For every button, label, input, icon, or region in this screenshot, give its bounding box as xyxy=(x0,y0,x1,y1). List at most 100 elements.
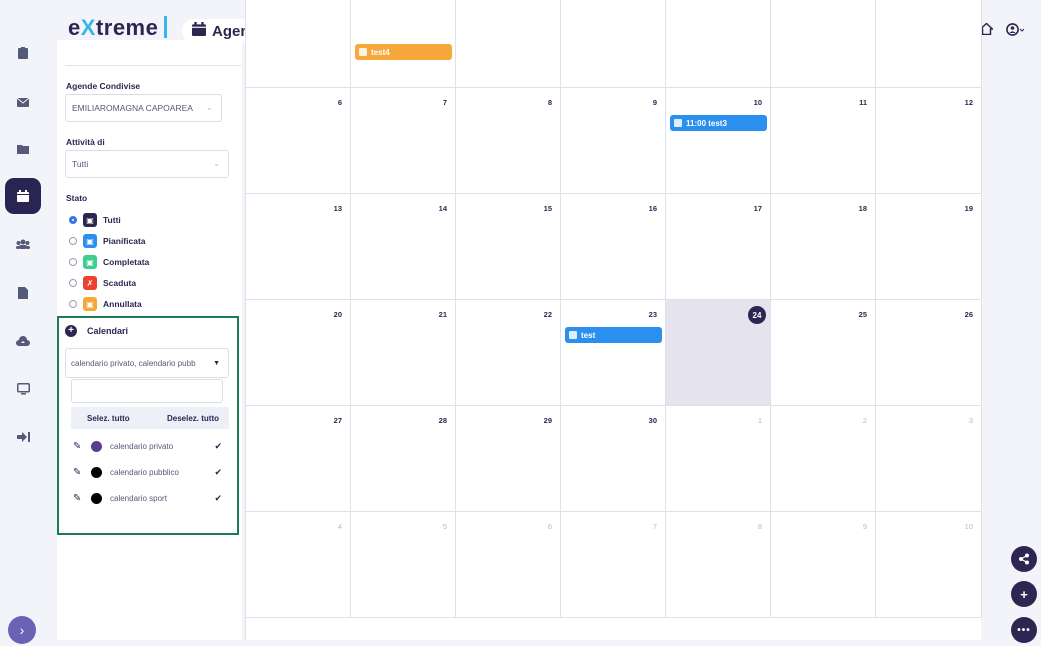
day-cell[interactable]: 13 xyxy=(246,194,351,300)
share-button[interactable] xyxy=(1011,546,1037,572)
calendar-color-dot xyxy=(91,493,102,504)
day-cell[interactable]: 18 xyxy=(771,194,876,300)
radio[interactable] xyxy=(69,279,77,287)
calendar-item[interactable]: ✎ calendario pubblico ✔ xyxy=(73,467,228,478)
day-cell[interactable]: 28 xyxy=(351,406,456,512)
radio-selected[interactable] xyxy=(69,216,77,224)
day-cell[interactable]: 20 xyxy=(246,300,351,406)
calendar-event[interactable]: test4 xyxy=(355,44,452,60)
day-cell[interactable]: 16 xyxy=(561,194,666,300)
calendar-check-icon: ▣ xyxy=(83,255,97,269)
day-cell[interactable]: test4 xyxy=(351,0,456,88)
radio[interactable] xyxy=(69,237,77,245)
day-cell[interactable]: 27 xyxy=(246,406,351,512)
cloud-upload-icon[interactable] xyxy=(14,332,32,350)
calendar-icon: ▣ xyxy=(83,234,97,248)
calendar-icon xyxy=(569,331,577,339)
day-number: 10 xyxy=(753,98,762,107)
calendari-filter-input[interactable] xyxy=(71,379,223,403)
calendar-item[interactable]: ✎ calendario privato ✔ xyxy=(73,441,228,452)
day-cell[interactable]: 23 test xyxy=(561,300,666,406)
expand-rail-button[interactable]: › xyxy=(8,616,36,644)
day-cell[interactable]: 6 xyxy=(246,88,351,194)
day-cell[interactable] xyxy=(876,0,982,88)
day-cell[interactable]: 9 xyxy=(561,88,666,194)
calendari-select[interactable]: calendario privato, calendario pubb ▼ xyxy=(65,348,229,378)
day-cell[interactable] xyxy=(456,0,561,88)
day-cell[interactable]: 25 xyxy=(771,300,876,406)
day-cell[interactable] xyxy=(771,0,876,88)
day-number: 25 xyxy=(858,310,867,319)
day-cell[interactable]: 12 xyxy=(876,88,982,194)
calendar-event[interactable]: 11:00 test3 xyxy=(670,115,767,131)
day-cell[interactable]: 8 xyxy=(456,88,561,194)
day-cell[interactable]: 1 xyxy=(666,406,771,512)
day-cell[interactable] xyxy=(666,0,771,88)
pencil-icon[interactable]: ✎ xyxy=(73,467,83,478)
day-cell[interactable]: 21 xyxy=(351,300,456,406)
select-all-button[interactable]: Selez. tutto xyxy=(87,414,130,423)
day-number: 4 xyxy=(337,522,342,531)
day-cell[interactable]: 4 xyxy=(246,512,351,618)
day-cell[interactable]: 17 xyxy=(666,194,771,300)
day-number: 5 xyxy=(442,522,447,531)
agende-select[interactable]: EMILIAROMAGNA CAPOAREA ⌄ xyxy=(65,94,222,122)
calendar-color-dot xyxy=(91,467,102,478)
calendar-event[interactable]: test xyxy=(565,327,662,343)
stato-option-annullata[interactable]: ▣ Annullata xyxy=(69,297,142,311)
day-cell[interactable]: 9 xyxy=(771,512,876,618)
more-button[interactable]: ••• xyxy=(1011,617,1037,643)
radio[interactable] xyxy=(69,300,77,308)
day-cell[interactable]: 22 xyxy=(456,300,561,406)
day-cell[interactable]: 10 11:00 test3 xyxy=(666,88,771,194)
app-logo[interactable]: eXtreme xyxy=(68,15,168,41)
stato-option-tutti[interactable]: ▣ Tutti xyxy=(69,213,121,227)
stato-option-scaduta[interactable]: ✗ Scaduta xyxy=(69,276,136,290)
logout-icon[interactable] xyxy=(14,428,32,446)
pencil-icon[interactable]: ✎ xyxy=(73,441,83,452)
day-cell[interactable]: 30 xyxy=(561,406,666,512)
clipboard-icon[interactable] xyxy=(14,44,32,62)
stato-option-completata[interactable]: ▣ Completata xyxy=(69,255,149,269)
user-icon[interactable] xyxy=(1005,22,1025,36)
attivita-select[interactable]: Tutti ⌄ xyxy=(65,150,229,178)
day-cell[interactable]: 14 xyxy=(351,194,456,300)
day-cell[interactable]: 19 xyxy=(876,194,982,300)
folder-icon[interactable] xyxy=(14,140,32,158)
day-cell[interactable]: 6 xyxy=(456,512,561,618)
calendar-item[interactable]: ✎ calendario sport ✔ xyxy=(73,493,228,504)
check-icon: ✔ xyxy=(214,441,222,451)
day-cell[interactable]: 24 xyxy=(666,300,771,406)
deselect-all-button[interactable]: Deselez. tutto xyxy=(167,414,219,423)
day-number: 10 xyxy=(964,522,973,531)
users-icon[interactable] xyxy=(14,235,32,253)
day-number: 15 xyxy=(543,204,552,213)
day-cell[interactable]: 5 xyxy=(351,512,456,618)
add-calendar-button[interactable]: + xyxy=(65,325,77,337)
add-button[interactable]: + xyxy=(1011,581,1037,607)
stato-option-pianificata[interactable]: ▣ Pianificata xyxy=(69,234,146,248)
day-cell[interactable]: 29 xyxy=(456,406,561,512)
radio[interactable] xyxy=(69,258,77,266)
day-cell[interactable] xyxy=(561,0,666,88)
pencil-icon[interactable]: ✎ xyxy=(73,493,83,504)
icon-rail: › xyxy=(0,0,46,646)
document-icon[interactable] xyxy=(14,284,32,302)
event-label: test xyxy=(581,330,596,340)
day-cell[interactable]: 26 xyxy=(876,300,982,406)
day-cell[interactable]: 2 xyxy=(771,406,876,512)
day-cell[interactable] xyxy=(246,0,351,88)
day-cell[interactable]: 3 xyxy=(876,406,982,512)
day-cell[interactable]: 15 xyxy=(456,194,561,300)
monitor-icon[interactable] xyxy=(14,380,32,398)
mail-icon[interactable] xyxy=(14,93,32,111)
divider xyxy=(65,65,242,66)
day-cell[interactable]: 7 xyxy=(561,512,666,618)
day-cell[interactable]: 7 xyxy=(351,88,456,194)
calendar-icon[interactable] xyxy=(5,178,41,214)
day-cell[interactable]: 10 xyxy=(876,512,982,618)
day-cell[interactable]: 8 xyxy=(666,512,771,618)
day-number: 3 xyxy=(968,416,973,425)
day-cell[interactable]: 11 xyxy=(771,88,876,194)
plus-icon: + xyxy=(1020,586,1028,602)
